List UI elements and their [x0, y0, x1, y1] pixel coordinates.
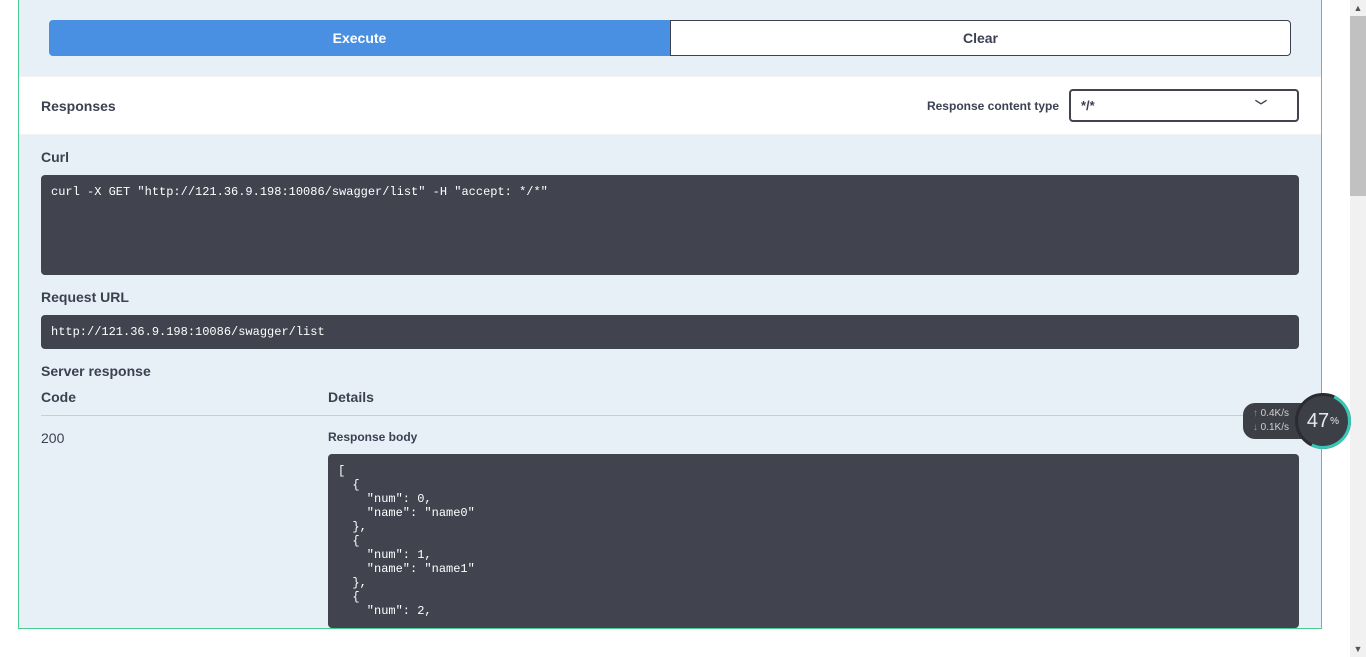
clear-button[interactable]: Clear [670, 20, 1291, 56]
request-url-label: Request URL [41, 289, 1299, 305]
request-url-value[interactable]: http://121.36.9.198:10086/swagger/list [41, 315, 1299, 349]
scroll-up-arrow-icon[interactable]: ▲ [1350, 0, 1366, 16]
column-header-code: Code [41, 389, 328, 405]
curl-section: Curl curl -X GET "http://121.36.9.198:10… [19, 135, 1321, 275]
content-type-label: Response content type [927, 99, 1059, 113]
scroll-down-arrow-icon[interactable]: ▼ [1350, 641, 1366, 657]
request-url-section: Request URL http://121.36.9.198:10086/sw… [19, 275, 1321, 349]
action-buttons-row: Execute Clear [19, 0, 1321, 76]
responses-title: Responses [41, 98, 116, 114]
network-usage-circle[interactable]: 47% [1295, 393, 1351, 449]
response-table-row: 200 Response body [ { "num": 0, "name": … [19, 416, 1321, 628]
operation-panel: Execute Clear Responses Response content… [18, 0, 1322, 629]
response-body-label: Response body [328, 430, 1299, 444]
execute-button-label: Execute [333, 30, 387, 46]
execute-button[interactable]: Execute [49, 20, 670, 56]
server-response-label: Server response [19, 349, 1321, 379]
column-header-details: Details [328, 389, 1299, 405]
network-percent: 47 [1307, 410, 1329, 433]
response-details: Response body [ { "num": 0, "name": "nam… [328, 430, 1299, 628]
content-type-wrap: Response content type */* ﹀ [927, 89, 1299, 122]
response-code: 200 [41, 430, 328, 628]
curl-command[interactable]: curl -X GET "http://121.36.9.198:10086/s… [41, 175, 1299, 275]
scrollbar-thumb[interactable] [1350, 16, 1366, 196]
response-table-header: Code Details [41, 379, 1299, 416]
network-upload-speed: 0.4K/s [1253, 407, 1289, 421]
response-body[interactable]: [ { "num": 0, "name": "name0" }, { "num"… [328, 454, 1299, 628]
page-scrollbar[interactable]: ▲ ▼ [1350, 0, 1366, 657]
network-monitor-widget[interactable]: 0.4K/s 0.1K/s 47% [1243, 393, 1351, 449]
content-type-value: */* [1081, 98, 1095, 113]
network-download-speed: 0.1K/s [1253, 421, 1289, 435]
content-type-select[interactable]: */* ﹀ [1069, 89, 1299, 122]
responses-header: Responses Response content type */* ﹀ [19, 76, 1321, 135]
chevron-down-icon: ﹀ [1255, 97, 1267, 114]
network-percent-suffix: % [1330, 416, 1339, 427]
clear-button-label: Clear [963, 30, 998, 46]
curl-label: Curl [41, 149, 1299, 165]
